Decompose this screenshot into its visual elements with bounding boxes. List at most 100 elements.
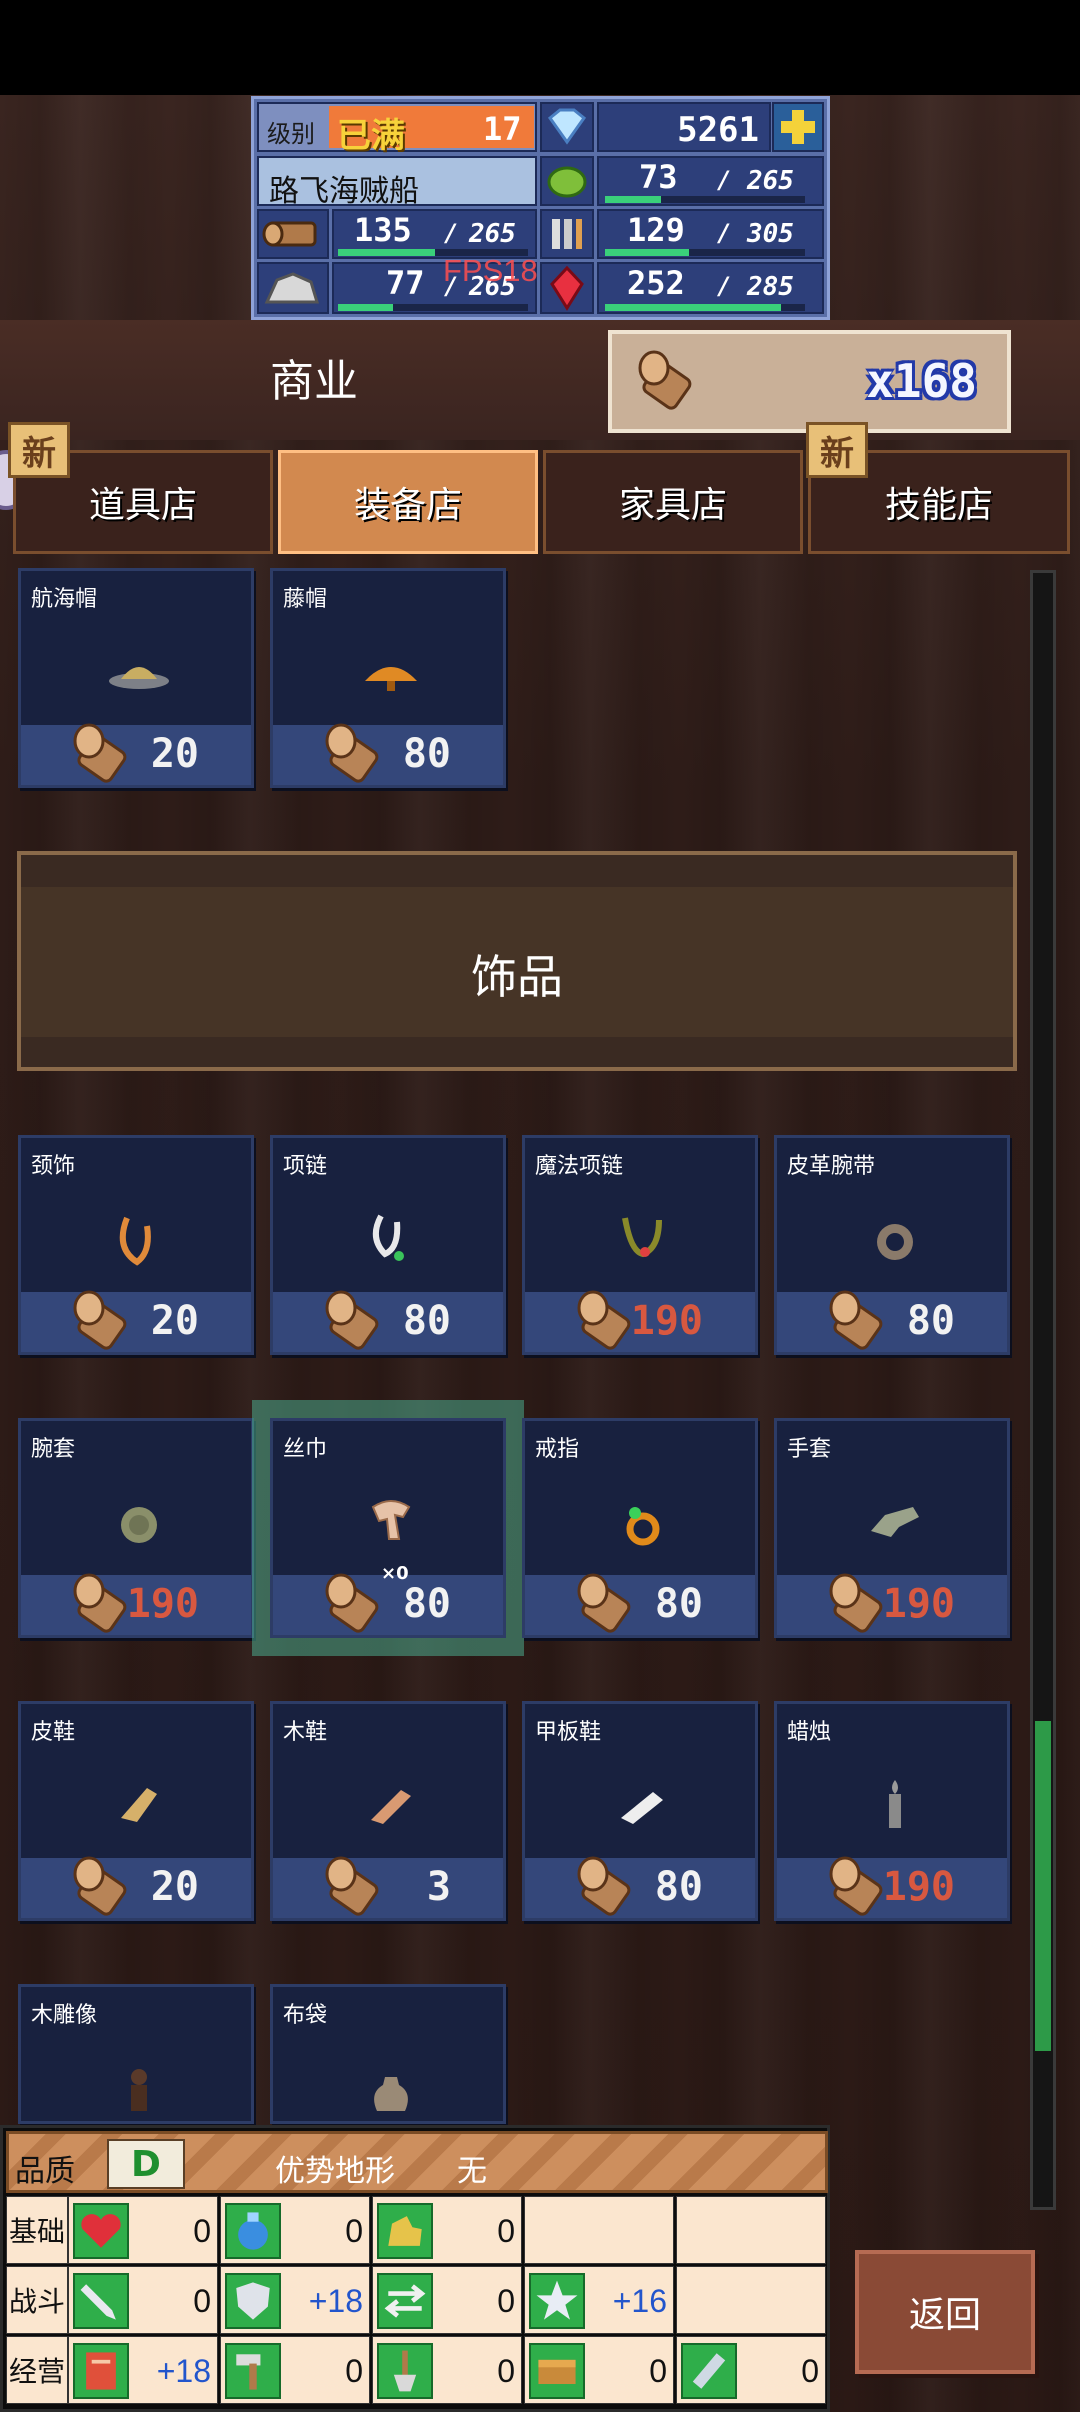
fps-counter: FPS18 <box>443 253 538 288</box>
level-cell: 级别 已满 17 <box>257 102 537 156</box>
item-card[interactable]: 腕套 190 <box>18 1418 254 1638</box>
leather-shoe-icon <box>121 1788 157 1822</box>
add-gems-button[interactable] <box>772 102 824 152</box>
arrows-icon <box>377 2273 433 2329</box>
quality-grade: D <box>107 2139 185 2189</box>
item-price: 20 <box>150 731 199 777</box>
item-card[interactable]: 甲板鞋 80 <box>522 1701 758 1921</box>
cloth-bag-icon <box>374 2077 408 2111</box>
item-name: 布袋 <box>283 2003 328 2028</box>
item-name: 魔法项链 <box>535 1154 624 1179</box>
quality-row: 品质 D 优势地形 无 <box>6 2131 828 2193</box>
food-icon <box>547 166 587 198</box>
category-title: 商业 <box>270 356 358 407</box>
item-name: 丝巾 <box>283 1437 328 1462</box>
stat-value: 0 <box>649 2353 667 2389</box>
stat-value: +18 <box>308 2283 363 2319</box>
item-card[interactable]: 颈饰 20 <box>18 1135 254 1355</box>
glove-icon <box>871 1507 919 1537</box>
ore-icon <box>264 272 320 304</box>
item-card[interactable]: 项链 80 <box>270 1135 506 1355</box>
item-card[interactable]: 木鞋 3 <box>270 1701 506 1921</box>
wood-value: 135 <box>354 211 412 249</box>
item-price: 20 <box>150 1298 199 1344</box>
wood-icon-cell <box>257 209 329 259</box>
item-name: 皮革腕带 <box>787 1154 876 1179</box>
stat-cell-dig: 0 <box>372 2336 522 2404</box>
terrain-value: 无 <box>457 2154 487 2189</box>
necklace-icon <box>372 1214 404 1261</box>
gems-value: 5261 <box>677 110 759 150</box>
ruby-value: 252 <box>627 264 685 302</box>
new-badge: 新 <box>806 422 868 478</box>
wood-max: 265 <box>469 219 516 249</box>
tools-icon-cell <box>540 209 594 259</box>
tab-label: 道具店 <box>88 485 197 526</box>
item-card[interactable]: 丝巾 80 ×0 <box>270 1418 506 1638</box>
tools-bar <box>605 249 805 256</box>
stat-cell-defense: +18 <box>220 2266 370 2334</box>
item-name: 腕套 <box>31 1437 76 1462</box>
wood-log-icon <box>73 1856 127 1916</box>
wood-counter-value: x168 <box>866 354 977 408</box>
ore-bar <box>338 304 528 311</box>
deck-shoe-icon <box>621 1792 663 1824</box>
heart-icon <box>73 2203 129 2259</box>
item-price: 20 <box>150 1864 199 1910</box>
item-card-sailor-hat[interactable]: 航海帽 20 <box>18 568 254 788</box>
item-card[interactable]: 布袋 <box>270 1984 506 2124</box>
ore-value: 77 <box>386 264 425 302</box>
food-sep: / <box>717 166 732 194</box>
item-price: 190 <box>882 1864 955 1910</box>
item-price: 80 <box>654 1581 703 1627</box>
new-badge: 新 <box>8 422 70 478</box>
wood-log-icon <box>577 1573 631 1633</box>
stat-value: +16 <box>612 2283 667 2319</box>
tab-label: 家具店 <box>618 485 727 526</box>
ore-bar-fill <box>338 304 393 311</box>
item-card[interactable]: 皮鞋 20 <box>18 1701 254 1921</box>
item-price: 190 <box>882 1581 955 1627</box>
item-name: 航海帽 <box>31 587 98 612</box>
stat-cell-hp: 0 <box>68 2196 218 2264</box>
scrollbar-thumb[interactable] <box>1035 1721 1051 2051</box>
item-price: 80 <box>402 1298 451 1344</box>
rattan-hat-icon <box>365 667 417 691</box>
chest-icon <box>529 2343 585 2399</box>
food-bar <box>605 196 805 203</box>
stat-row-basic: 基础 0 0 0 <box>6 2196 828 2266</box>
item-card[interactable]: 戒指 80 <box>522 1418 758 1638</box>
wood-log-icon <box>638 350 692 410</box>
star-icon <box>529 2273 585 2329</box>
hammer-icon <box>225 2343 281 2399</box>
terrain-label: 优势地形 <box>275 2154 395 2189</box>
wood-log-icon <box>325 1573 379 1633</box>
stat-cell-attack: 0 <box>68 2266 218 2334</box>
item-card[interactable]: 魔法项链 190 <box>522 1135 758 1355</box>
item-price: 190 <box>126 1581 199 1627</box>
plus-icon <box>781 110 815 144</box>
tab-equipment-shop[interactable]: 装备店 <box>278 450 538 554</box>
stat-value: 0 <box>497 2283 515 2319</box>
stat-value: 0 <box>497 2353 515 2389</box>
tab-furniture-shop[interactable]: 家具店 <box>543 450 803 554</box>
shield-icon <box>225 2273 281 2329</box>
section-banner: 饰品 <box>17 851 1017 1071</box>
item-price: 80 <box>906 1298 955 1344</box>
scrollbar[interactable] <box>1030 570 1056 2210</box>
item-card[interactable]: 手套 190 <box>774 1418 1010 1638</box>
wood-counter: x168 <box>608 330 1011 433</box>
owned-quantity: ×0 <box>381 1563 409 1584</box>
stat-value: 0 <box>497 2213 515 2249</box>
wood-sep: / <box>444 219 459 247</box>
item-card[interactable]: 木雕像 <box>18 1984 254 2124</box>
stat-cell-speed: 0 <box>372 2266 522 2334</box>
ore-icon-cell <box>257 262 329 314</box>
back-button[interactable]: 返回 <box>855 2250 1035 2374</box>
wood-log-icon <box>325 1290 379 1350</box>
stat-row-battle: 战斗 0 +18 0 +16 <box>6 2266 828 2336</box>
stat-row-label: 经营 <box>6 2336 68 2404</box>
item-card[interactable]: 皮革腕带 80 <box>774 1135 1010 1355</box>
item-card[interactable]: 蜡烛 190 <box>774 1701 1010 1921</box>
item-card-rattan-hat[interactable]: 藤帽 80 <box>270 568 506 788</box>
